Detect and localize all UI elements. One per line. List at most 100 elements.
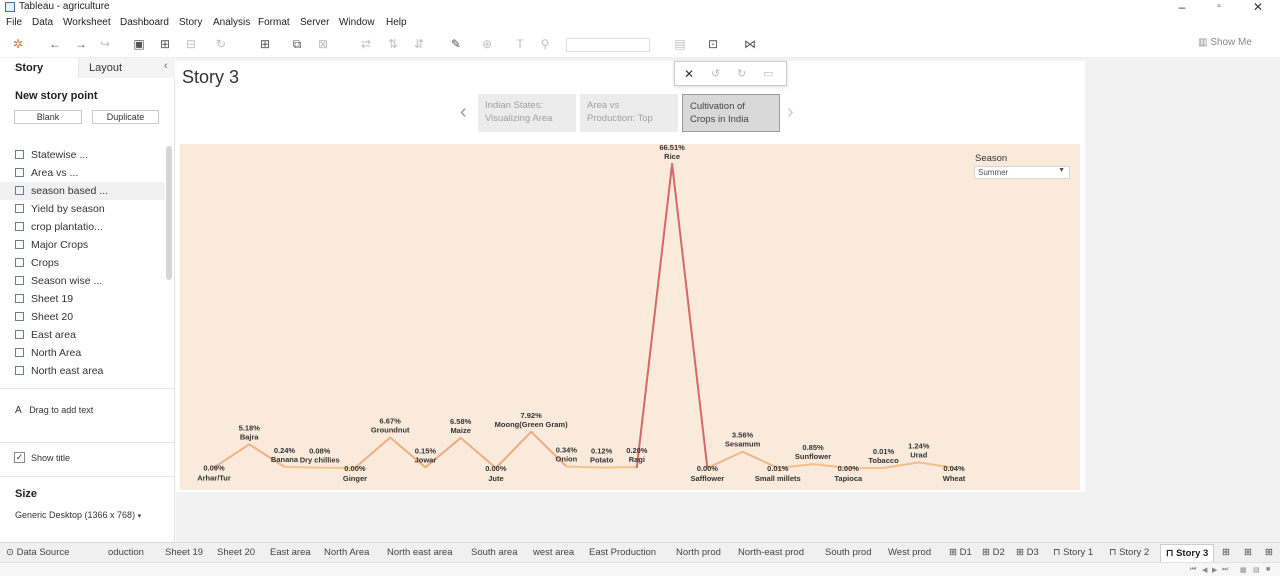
swap-axes-icon[interactable]: ⇄ <box>359 37 373 51</box>
menu-story[interactable]: Story <box>179 17 202 28</box>
new-story-tab-icon[interactable]: ⊞ <box>1265 547 1273 558</box>
data-point[interactable] <box>671 163 673 165</box>
data-point[interactable] <box>600 466 602 468</box>
show-title-checkbox[interactable]: ✓ <box>14 452 25 463</box>
size-dropdown[interactable]: Generic Desktop (1366 x 768) ▾ <box>15 510 141 520</box>
tab-sheet[interactable]: Sheet 20 <box>217 547 255 558</box>
sheet-list-scrollbar[interactable] <box>166 146 172 280</box>
sort-descending-icon[interactable]: ⇵ <box>412 37 426 51</box>
next-point-arrow-icon[interactable]: › <box>787 101 794 124</box>
sheet-item[interactable]: crop plantatio... <box>0 218 165 236</box>
show-cards-icon[interactable]: ▤ <box>673 37 687 51</box>
tab-layout[interactable]: Layout ‹ <box>78 58 175 78</box>
collapse-panel-icon[interactable]: ‹ <box>164 60 168 72</box>
tab-dashboard[interactable]: ⊞ D2 <box>982 547 1005 558</box>
tableau-logo-icon[interactable]: ✲ <box>11 37 25 51</box>
data-point[interactable] <box>882 467 884 469</box>
replay-icon[interactable]: ↪ <box>98 37 112 51</box>
data-point[interactable] <box>424 466 426 468</box>
clear-sheet-icon[interactable]: ⊠ <box>316 37 330 51</box>
save-as-new-icon[interactable]: ▭ <box>763 67 773 80</box>
new-data-source-icon[interactable]: ⊞ <box>158 37 172 51</box>
tab-sheet[interactable]: North Area <box>324 547 369 558</box>
tab-story[interactable]: ⊓ Story 2 <box>1109 547 1149 558</box>
tab-sheet[interactable]: East Production <box>589 547 656 558</box>
duplicate-button[interactable]: Duplicate <box>92 110 159 124</box>
save-icon[interactable]: ▣ <box>132 37 146 51</box>
blank-button[interactable]: Blank <box>14 110 82 124</box>
share-icon[interactable]: ⋈ <box>743 37 757 51</box>
tab-sheet[interactable]: West prod <box>888 547 931 558</box>
tab-dashboard[interactable]: ⊞ D1 <box>949 547 972 558</box>
data-point[interactable] <box>389 436 391 438</box>
data-point[interactable] <box>248 443 250 445</box>
new-dashboard-tab-icon[interactable]: ⊞ <box>1244 547 1252 558</box>
close-window-icon[interactable]: ✕ <box>1248 0 1268 14</box>
tab-sheet[interactable]: North-east prod <box>738 547 804 558</box>
data-point[interactable] <box>459 437 461 439</box>
last-sheet-icon[interactable]: ⏭ <box>1222 566 1228 574</box>
tab-story[interactable]: Story <box>15 62 43 74</box>
tab-story-active[interactable]: ⊓ Story 3 <box>1160 544 1215 562</box>
tab-sheet[interactable]: oduction <box>108 547 144 558</box>
tab-sheet[interactable]: East area <box>270 547 311 558</box>
first-sheet-icon[interactable]: ⏮ <box>1190 566 1196 574</box>
tab-sheet[interactable]: North prod <box>676 547 721 558</box>
data-point[interactable] <box>812 463 814 465</box>
sheet-item[interactable]: North Area <box>0 344 165 362</box>
data-point[interactable] <box>741 451 743 453</box>
show-me-button[interactable]: ▥ Show Me <box>1198 37 1252 48</box>
tab-sheet[interactable]: Sheet 19 <box>165 547 203 558</box>
pause-updates-icon[interactable]: ⊟ <box>184 37 198 51</box>
sheet-item[interactable]: North east area <box>0 362 165 380</box>
tab-view-icon[interactable]: ■ <box>1266 566 1270 573</box>
tab-story[interactable]: ⊓ Story 1 <box>1053 547 1093 558</box>
new-worksheet-icon[interactable]: ⊞ <box>258 37 272 51</box>
previous-point-arrow-icon[interactable]: ‹ <box>460 101 467 124</box>
season-filter-dropdown[interactable]: Summer ▼ <box>974 166 1070 179</box>
sheet-item[interactable]: Crops <box>0 254 165 272</box>
tab-sheet[interactable]: South prod <box>825 547 871 558</box>
new-worksheet-tab-icon[interactable]: ⊞ <box>1222 547 1230 558</box>
grid-view-icon[interactable]: ▦ <box>1240 566 1247 574</box>
menu-dashboard[interactable]: Dashboard <box>120 17 169 28</box>
sort-ascending-icon[interactable]: ⇅ <box>386 37 400 51</box>
tab-sheet[interactable]: North east area <box>387 547 452 558</box>
prev-sheet-icon[interactable]: ◀ <box>1202 566 1207 574</box>
data-point[interactable] <box>530 431 532 433</box>
tab-sheet[interactable]: South area <box>471 547 517 558</box>
fit-dropdown[interactable] <box>566 38 650 52</box>
sheet-item[interactable]: Major Crops <box>0 236 165 254</box>
presentation-mode-icon[interactable]: ⊡ <box>706 37 720 51</box>
data-point[interactable] <box>565 465 567 467</box>
menu-help[interactable]: Help <box>386 17 407 28</box>
data-point[interactable] <box>918 461 920 463</box>
menu-window[interactable]: Window <box>339 17 375 28</box>
update-icon[interactable]: ↻ <box>737 67 746 80</box>
tab-data-source[interactable]: ⊙ Data Source <box>6 547 69 558</box>
story-point-3[interactable]: Cultivation of Crops in India <box>682 94 780 132</box>
data-point[interactable] <box>319 466 321 468</box>
highlight-icon[interactable]: ✎ <box>449 37 463 51</box>
undo-icon[interactable]: ← <box>48 37 62 51</box>
minimize-icon[interactable]: – <box>1172 0 1192 14</box>
labels-icon[interactable]: T <box>513 37 527 51</box>
menu-analysis[interactable]: Analysis <box>213 17 250 28</box>
sheet-item[interactable]: East area <box>0 326 165 344</box>
tab-dashboard[interactable]: ⊞ D3 <box>1016 547 1039 558</box>
group-icon[interactable]: ⊕ <box>480 37 494 51</box>
menu-server[interactable]: Server <box>300 17 329 28</box>
story-point-1[interactable]: Indian States: Visualizing Area <box>478 94 576 132</box>
sheet-item[interactable]: Yield by season <box>0 200 165 218</box>
duplicate-sheet-icon[interactable]: ⧉ <box>290 37 304 51</box>
menu-worksheet[interactable]: Worksheet <box>63 17 111 28</box>
data-point[interactable] <box>283 466 285 468</box>
sheet-item[interactable]: Sheet 20 <box>0 308 165 326</box>
redo-icon[interactable]: → <box>74 37 88 51</box>
sheet-item[interactable]: Statewise ... <box>0 146 165 164</box>
sheet-item[interactable]: Sheet 19 <box>0 290 165 308</box>
menu-file[interactable]: File <box>6 17 22 28</box>
sheet-item[interactable]: Season wise ... <box>0 272 165 290</box>
fix-axes-icon[interactable]: ⚲ <box>538 37 552 51</box>
next-sheet-icon[interactable]: ▶ <box>1212 566 1217 574</box>
